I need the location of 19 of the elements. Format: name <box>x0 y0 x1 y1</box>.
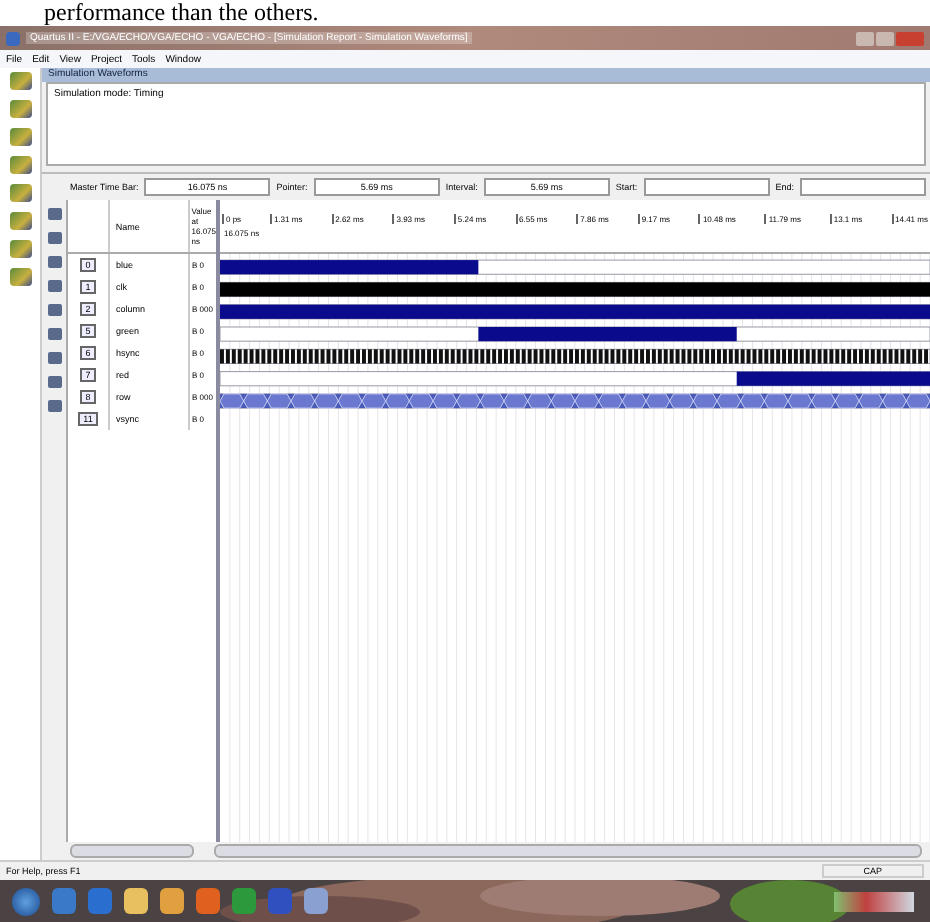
tree-node-icon[interactable] <box>9 128 31 146</box>
document-text: performance than the others. <box>42 0 319 26</box>
window-controls-icon[interactable] <box>856 31 924 45</box>
tree-node-icon[interactable] <box>9 240 31 258</box>
taskbar-app-icon[interactable] <box>160 888 184 914</box>
time-field[interactable] <box>643 178 770 196</box>
tree-node-icon[interactable] <box>9 268 31 286</box>
tree-node-icon[interactable] <box>9 156 31 174</box>
app-icon <box>6 31 20 45</box>
taskbar-app-icon[interactable] <box>304 888 328 914</box>
taskbar-app-icon[interactable] <box>124 888 148 914</box>
time-field[interactable] <box>799 178 926 196</box>
taskbar-app-icon[interactable] <box>196 888 220 914</box>
scroll-bar[interactable] <box>214 844 922 858</box>
tree-node-icon[interactable] <box>9 212 31 230</box>
tree-node-icon[interactable] <box>9 100 31 118</box>
tree-node-icon[interactable] <box>9 184 31 202</box>
scroll-bar[interactable] <box>70 844 194 858</box>
tree-node-icon[interactable] <box>9 72 31 90</box>
